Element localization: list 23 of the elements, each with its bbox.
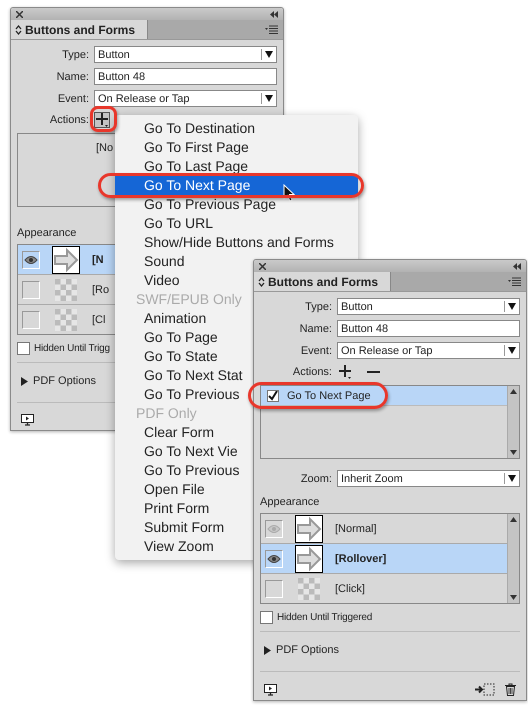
state-label: [Ro [92, 284, 110, 296]
checkbox-label: Hidden Until Triggered [277, 612, 372, 623]
state-label: [Click] [335, 582, 365, 594]
state-label: [N [92, 254, 104, 266]
field-label: Type: [304, 300, 332, 312]
state-label: [Rollover] [335, 552, 386, 564]
empty-list-note: [No [96, 142, 114, 154]
action-label: Go To Next Page [287, 390, 371, 402]
field-label: Event: [300, 344, 332, 356]
checkbox-label: Hidden Until Trigg [34, 343, 110, 354]
field-label: Name: [56, 70, 89, 82]
field-label: Name: [298, 322, 332, 334]
state-label: [Normal] [335, 522, 377, 534]
section-label: Appearance [17, 227, 78, 239]
field-label: Zoom: [300, 472, 332, 484]
field-label: Event: [56, 92, 89, 104]
state-label: [Cl [92, 314, 106, 326]
field-label: Type: [61, 48, 89, 60]
field-label: Actions: [48, 114, 89, 126]
section-label: Appearance [260, 496, 320, 508]
menu-section-header: SWF/EPUB Only [135, 290, 242, 309]
field-label: Actions: [292, 366, 332, 378]
menu-section-header: PDF Only [135, 404, 197, 423]
